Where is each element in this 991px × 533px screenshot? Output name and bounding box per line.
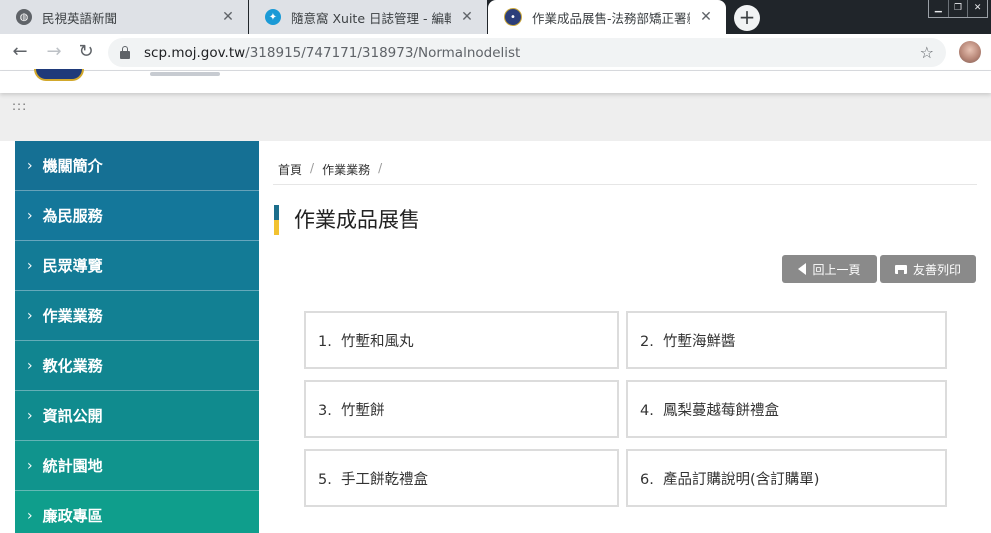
tab-title: 民視英語新聞 [42, 10, 118, 26]
accesskey-dots-icon[interactable]: ::: [12, 100, 27, 114]
chevron-right-icon: › [27, 207, 33, 224]
utility-bar [0, 93, 991, 141]
sidebar-item-education[interactable]: › 教化業務 [15, 341, 259, 391]
product-link-5[interactable]: 5. 手工餅乾禮盒 [304, 449, 619, 507]
product-label: 1. 竹塹和風丸 [318, 333, 414, 350]
sidebar-item-about[interactable]: › 機關簡介 [15, 141, 259, 191]
forward-arrow-icon[interactable]: → [42, 41, 66, 65]
bookmark-star-icon[interactable]: ☆ [920, 43, 934, 62]
breadcrumb-divider [273, 184, 977, 185]
breadcrumb-separator: / [378, 161, 383, 175]
back-button-label: 回上一頁 [812, 262, 861, 277]
moj-icon: • [504, 8, 522, 26]
product-link-6[interactable]: 6. 產品訂購說明(含訂購單) [626, 449, 947, 507]
close-icon[interactable]: ✕ [220, 9, 236, 25]
browser-tab-3[interactable]: • 作業成品展售-法務部矯正署新竹 ✕ [488, 0, 726, 34]
profile-avatar[interactable] [959, 41, 981, 63]
window-controls: ▁ ❐ ✕ [928, 0, 988, 18]
minimize-icon[interactable]: ▁ [929, 0, 948, 17]
breadcrumb-separator: / [310, 161, 315, 175]
url-text[interactable]: scp.moj.gov.tw/318915/747171/318973/Norm… [144, 45, 920, 61]
reload-icon[interactable]: ↻ [74, 41, 98, 65]
sidebar-item-statistics[interactable]: › 統計園地 [15, 441, 259, 491]
back-triangle-icon [798, 263, 807, 275]
sidebar-item-label: 機關簡介 [42, 157, 103, 175]
product-label: 3. 竹塹餅 [318, 402, 385, 419]
sidebar-item-label: 廉政專區 [42, 507, 103, 525]
product-label: 2. 竹塹海鮮醬 [640, 333, 736, 350]
browser-toolbar: ← → ↻ scp.moj.gov.tw/318915/747171/31897… [0, 34, 991, 71]
globe-icon: ◍ [16, 9, 32, 25]
restore-icon[interactable]: ❐ [947, 0, 968, 17]
printer-icon [894, 264, 907, 274]
sidebar-menu: › 機關簡介 › 為民服務 › 民眾導覽 › 作業業務 › 教化業務 › 資訊公… [15, 141, 259, 533]
chevron-right-icon: › [27, 257, 33, 274]
breadcrumb: 首頁 / 作業業務 / [278, 161, 382, 178]
sidebar-item-services[interactable]: › 為民服務 [15, 191, 259, 241]
sidebar-item-label: 為民服務 [42, 207, 103, 225]
print-button-label: 友善列印 [912, 262, 961, 277]
print-button[interactable]: 友善列印 [880, 255, 976, 283]
sidebar-item-disclosure[interactable]: › 資訊公開 [15, 391, 259, 441]
sidebar-item-label: 教化業務 [42, 357, 103, 375]
sidebar-item-label: 資訊公開 [42, 407, 103, 425]
back-button[interactable]: 回上一頁 [782, 255, 877, 283]
main-content: 首頁 / 作業業務 / 作業成品展售 回上一頁 友善列印 1. 竹塹和風丸 2.… [259, 141, 991, 533]
chevron-right-icon: › [27, 357, 33, 374]
product-label: 6. 產品訂購說明(含訂購單) [640, 471, 820, 488]
chevron-right-icon: › [27, 407, 33, 424]
xuite-icon: ✦ [265, 9, 281, 25]
page-title: 作業成品展售 [294, 208, 420, 232]
tab-title: 作業成品展售-法務部矯正署新竹 [532, 10, 690, 26]
url-path: /318915/747171/318973/Normalnodelist [245, 44, 521, 61]
breadcrumb-home[interactable]: 首頁 [278, 161, 302, 178]
chevron-right-icon: › [27, 457, 33, 474]
browser-tab-1[interactable]: ◍ 民視英語新聞 ✕ [0, 0, 248, 34]
product-link-1[interactable]: 1. 竹塹和風丸 [304, 311, 619, 369]
sidebar-item-guide[interactable]: › 民眾導覽 [15, 241, 259, 291]
close-icon[interactable]: ✕ [698, 9, 714, 25]
sidebar-item-operations[interactable]: › 作業業務 [15, 291, 259, 341]
breadcrumb-current[interactable]: 作業業務 [322, 161, 370, 178]
product-label: 5. 手工餅乾禮盒 [318, 471, 429, 488]
address-bar[interactable]: scp.moj.gov.tw/318915/747171/318973/Norm… [108, 38, 946, 67]
header-text-fragment [150, 72, 220, 76]
lock-icon [120, 45, 130, 59]
product-link-4[interactable]: 4. 鳳梨蔓越莓餅禮盒 [626, 380, 947, 438]
product-link-2[interactable]: 2. 竹塹海鮮醬 [626, 311, 947, 369]
site-header [0, 69, 991, 93]
sidebar-item-label: 作業業務 [42, 307, 103, 325]
url-host: scp.moj.gov.tw [144, 44, 246, 61]
sidebar-item-label: 統計園地 [42, 457, 103, 475]
sidebar-item-label: 民眾導覽 [42, 257, 103, 275]
chevron-right-icon: › [27, 507, 33, 524]
browser-tab-strip: ◍ 民視英語新聞 ✕ ✦ 隨意窩 Xuite 日誌管理 - 編輯文章 ✕ • 作… [0, 0, 991, 34]
tab-title: 隨意窩 Xuite 日誌管理 - 編輯文章 [291, 10, 451, 26]
close-window-icon[interactable]: ✕ [967, 0, 987, 17]
close-icon[interactable]: ✕ [459, 9, 475, 25]
chevron-right-icon: › [27, 157, 33, 174]
title-accent-bar [274, 205, 279, 235]
product-link-3[interactable]: 3. 竹塹餅 [304, 380, 619, 438]
browser-tab-2[interactable]: ✦ 隨意窩 Xuite 日誌管理 - 編輯文章 ✕ [249, 0, 487, 34]
chevron-right-icon: › [27, 307, 33, 324]
product-label: 4. 鳳梨蔓越莓餅禮盒 [640, 402, 780, 419]
back-arrow-icon[interactable]: ← [8, 41, 32, 65]
site-logo[interactable] [34, 69, 84, 81]
sidebar-item-integrity[interactable]: › 廉政專區 [15, 491, 259, 533]
new-tab-button[interactable]: + [734, 5, 760, 31]
